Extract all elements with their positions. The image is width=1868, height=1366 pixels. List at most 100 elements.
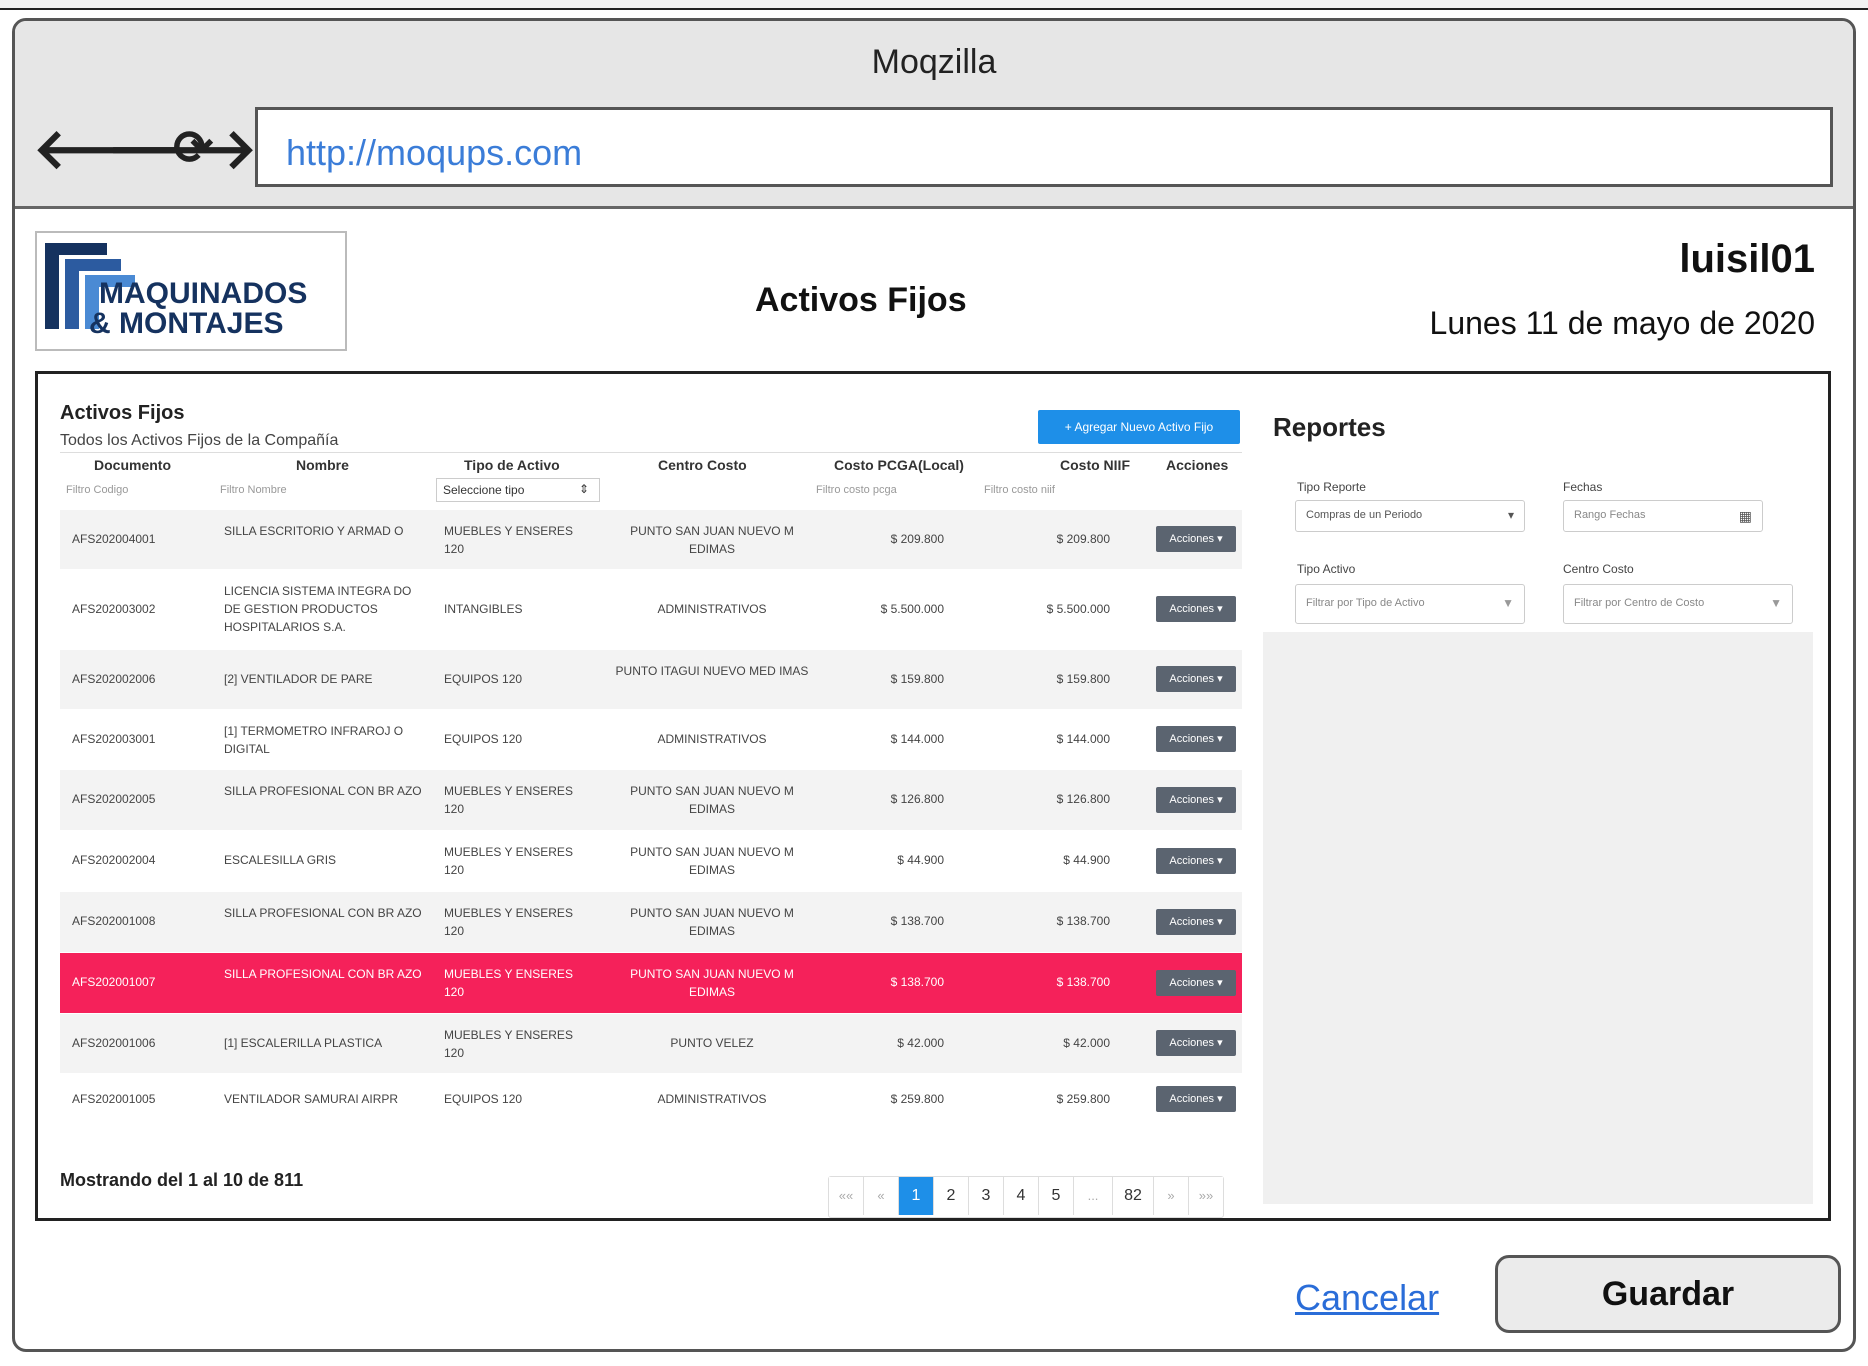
actions-dropdown-button[interactable]: Acciones ▾ <box>1156 787 1236 813</box>
page-1[interactable]: 1 <box>899 1177 934 1215</box>
cell-niif: $ 138.700 <box>1056 975 1110 989</box>
table-row[interactable]: AFS202001008 SILLA PROFESIONAL CON BR AZ… <box>60 892 1242 953</box>
cell-niif: $ 44.900 <box>1063 853 1110 867</box>
actions-dropdown-button[interactable]: Acciones ▾ <box>1156 596 1236 622</box>
tipo-reporte-select[interactable]: Compras de un Periodo ▾ <box>1295 500 1525 532</box>
page-4[interactable]: 4 <box>1004 1177 1039 1215</box>
column-header-niif[interactable]: Costo NIIF <box>1060 457 1130 473</box>
showing-count: Mostrando del 1 al 10 de 811 <box>60 1170 304 1190</box>
filter-niif[interactable]: Filtro costo niif <box>984 484 1055 496</box>
cell-tipo: EQUIPOS 120 <box>444 1092 523 1106</box>
cell-pcga: $ 5.500.000 <box>880 602 944 616</box>
column-header-documento[interactable]: Documento <box>94 457 171 473</box>
cell-centro: ADMINISTRATIVOS <box>657 602 767 616</box>
cell-tipo: INTANGIBLES <box>444 602 523 616</box>
actions-dropdown-button[interactable]: Acciones ▾ <box>1156 848 1236 874</box>
page-82[interactable]: 82 <box>1113 1177 1154 1215</box>
filter-pcga[interactable]: Filtro costo pcga <box>816 484 897 496</box>
cell-centro: ADMINISTRATIVOS <box>657 1092 767 1106</box>
filter-tipo-select[interactable]: Seleccione tipo ⇕ <box>436 478 600 502</box>
cell-centro: PUNTO SAN JUAN NUEVO M EDIMAS <box>630 967 794 999</box>
cell-nombre: [1] ESCALERILLA PLASTICA <box>224 1036 383 1050</box>
table-row-selected[interactable]: AFS202001007 SILLA PROFESIONAL CON BR AZ… <box>60 953 1242 1014</box>
cell-documento: AFS202001008 <box>72 914 156 928</box>
actions-dropdown-button[interactable]: Acciones ▾ <box>1156 526 1236 552</box>
cancel-link[interactable]: Cancelar <box>1295 1277 1439 1319</box>
cell-tipo: MUEBLES Y ENSERES 120 <box>444 1028 573 1060</box>
table-row[interactable]: AFS202003002 LICENCIA SISTEMA INTEGRA DO… <box>60 570 1242 650</box>
cell-pcga: $ 42.000 <box>897 1036 944 1050</box>
svg-text:& MONTAJES: & MONTAJES <box>89 307 283 340</box>
column-header-tipo[interactable]: Tipo de Activo <box>464 457 560 473</box>
top-breadcrumb-strip <box>0 0 1868 10</box>
cell-tipo: MUEBLES Y ENSERES 120 <box>444 784 573 816</box>
table-row[interactable]: AFS202002006 [2] VENTILADOR DE PARE EQUI… <box>60 650 1242 710</box>
page-2[interactable]: 2 <box>934 1177 969 1215</box>
cell-niif: $ 5.500.000 <box>1046 602 1110 616</box>
reports-panel: Reportes Tipo Reporte Compras de un Peri… <box>1263 394 1813 1204</box>
actions-dropdown-button[interactable]: Acciones ▾ <box>1156 666 1236 692</box>
actions-dropdown-button[interactable]: Acciones ▾ <box>1156 1086 1236 1112</box>
cell-nombre: SILLA PROFESIONAL CON BR AZO <box>224 784 422 798</box>
column-header-pcga[interactable]: Costo PCGA(Local) <box>834 457 964 473</box>
page-first[interactable]: «« <box>829 1177 864 1215</box>
filter-codigo[interactable]: Filtro Codigo <box>66 484 128 496</box>
cell-centro: PUNTO SAN JUAN NUEVO M EDIMAS <box>630 906 794 938</box>
browser-window: Moqzilla 🡐 🡒 ⟳ http://moqups.com MAQUINA… <box>12 18 1856 1352</box>
cell-nombre: VENTILADOR SAMURAI AIRPR <box>224 1092 399 1106</box>
cell-documento: AFS202004001 <box>72 532 156 546</box>
table-row[interactable]: AFS202003001 [1] TERMOMETRO INFRAROJ O D… <box>60 710 1242 770</box>
tipo-activo-filter[interactable]: Filtrar por Tipo de Activo ▼ <box>1295 584 1525 624</box>
reports-form: Reportes Tipo Reporte Compras de un Peri… <box>1263 394 1813 632</box>
centro-costo-filter[interactable]: Filtrar por Centro de Costo ▼ <box>1563 584 1793 624</box>
cell-tipo: MUEBLES Y ENSERES 120 <box>444 524 573 556</box>
page-5[interactable]: 5 <box>1039 1177 1074 1215</box>
cell-nombre: SILLA PROFESIONAL CON BR AZO <box>224 967 422 981</box>
cell-documento: AFS202001005 <box>72 1092 156 1106</box>
page-title: Activos Fijos <box>755 281 967 319</box>
cell-niif: $ 159.800 <box>1056 672 1110 686</box>
filter-nombre[interactable]: Filtro Nombre <box>220 484 287 496</box>
cell-pcga: $ 259.800 <box>890 1092 944 1106</box>
table-row[interactable]: AFS202004001 SILLA ESCRITORIO Y ARMAD O … <box>60 510 1242 570</box>
table-row[interactable]: AFS202001005 VENTILADOR SAMURAI AIRPR EQ… <box>60 1074 1242 1124</box>
page-last[interactable]: »» <box>1189 1177 1223 1215</box>
add-asset-button[interactable]: + Agregar Nuevo Activo Fijo <box>1038 410 1240 444</box>
url-bar[interactable]: http://moqups.com <box>255 107 1833 187</box>
cell-documento: AFS202003001 <box>72 732 156 746</box>
column-header-nombre[interactable]: Nombre <box>296 457 349 473</box>
column-header-centro[interactable]: Centro Costo <box>658 457 747 473</box>
reload-icon[interactable]: ⟳ <box>173 117 213 181</box>
cell-documento: AFS202001007 <box>72 975 156 989</box>
page-prev[interactable]: « <box>864 1177 899 1215</box>
table-row[interactable]: AFS202002005 SILLA PROFESIONAL CON BR AZ… <box>60 770 1242 831</box>
page-3[interactable]: 3 <box>969 1177 1004 1215</box>
cell-documento: AFS202002006 <box>72 672 156 686</box>
cell-documento: AFS202002005 <box>72 792 156 806</box>
cell-centro: PUNTO SAN JUAN NUEVO M EDIMAS <box>630 524 794 556</box>
fechas-input[interactable]: Rango Fechas ▦ <box>1563 500 1763 532</box>
filter-funnel-icon: ▼ <box>1502 596 1514 610</box>
actions-dropdown-button[interactable]: Acciones ▾ <box>1156 1030 1236 1056</box>
table-row[interactable]: AFS202002004 ESCALESILLA GRIS MUEBLES Y … <box>60 831 1242 892</box>
cell-documento: AFS202003002 <box>72 602 156 616</box>
main-frame: Activos Fijos Todos los Activos Fijos de… <box>35 371 1831 1221</box>
cell-tipo: EQUIPOS 120 <box>444 672 523 686</box>
actions-dropdown-button[interactable]: Acciones ▾ <box>1156 909 1236 935</box>
actions-dropdown-button[interactable]: Acciones ▾ <box>1156 970 1236 996</box>
save-button[interactable]: Guardar <box>1495 1255 1841 1333</box>
cell-nombre: [2] VENTILADOR DE PARE <box>224 672 373 686</box>
actions-dropdown-button[interactable]: Acciones ▾ <box>1156 726 1236 752</box>
table-body: AFS202004001 SILLA ESCRITORIO Y ARMAD O … <box>60 510 1242 1124</box>
cell-tipo: MUEBLES Y ENSERES 120 <box>444 845 573 877</box>
table-row[interactable]: AFS202001006 [1] ESCALERILLA PLASTICA MU… <box>60 1014 1242 1074</box>
filter-funnel-icon: ▼ <box>1770 596 1782 610</box>
company-logo: MAQUINADOS & MONTAJES <box>35 231 347 351</box>
svg-text:MAQUINADOS: MAQUINADOS <box>99 277 307 310</box>
panel-subtitle: Todos los Activos Fijos de la Compañía <box>60 432 339 449</box>
cell-pcga: $ 138.700 <box>890 914 944 928</box>
page-next[interactable]: » <box>1154 1177 1189 1215</box>
cell-centro: PUNTO SAN JUAN NUEVO M EDIMAS <box>630 784 794 816</box>
calendar-icon[interactable]: ▦ <box>1739 508 1752 525</box>
table-header: Documento Nombre Tipo de Activo Centro C… <box>60 452 1242 477</box>
